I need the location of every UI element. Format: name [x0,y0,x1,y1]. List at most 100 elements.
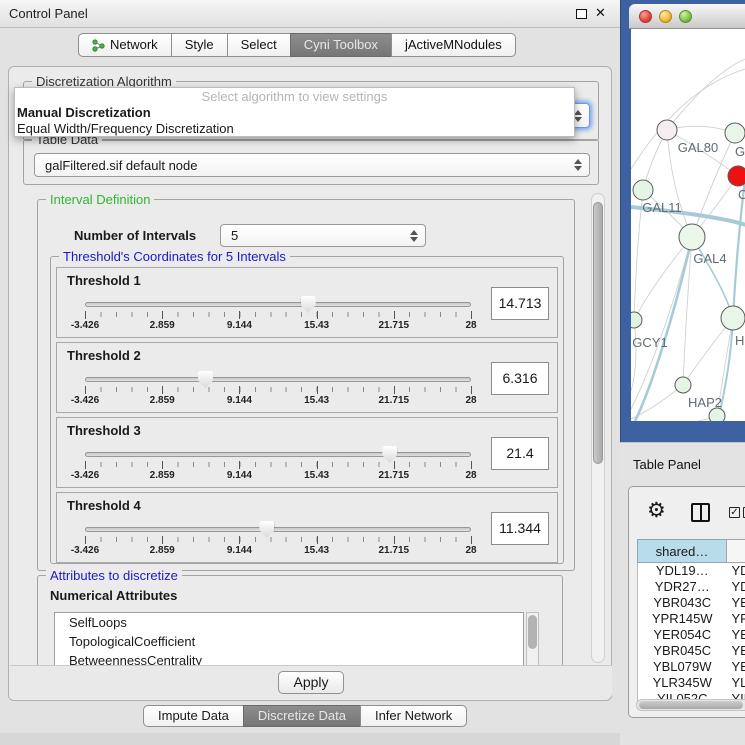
table-data-combobox[interactable]: galFiltered.sif default node [34,153,590,177]
minimize-traffic-light-icon[interactable] [659,10,672,23]
tab-network-label: Network [110,34,158,56]
control-panel-tab-bar: Network Style Select Cyni Toolbox jActiv… [78,33,516,57]
threshold-4-label: Threshold 4 [67,498,141,513]
cyni-toolbox-panel: Discretization Algorithm Table Data galF… [8,66,612,701]
close-traffic-light-icon[interactable] [639,10,652,23]
settings-vertical-scrollbar[interactable] [591,193,605,663]
cell[interactable]: YBR04 [727,643,745,659]
algorithm-option-equal-width[interactable]: Equal Width/Frequency Discretization [15,121,574,137]
gear-icon[interactable]: ⚙ [647,500,666,522]
cell[interactable]: YLR345W [638,675,727,691]
tab-infer-network-label: Infer Network [375,708,452,723]
tab-style-label: Style [185,34,214,56]
cell[interactable]: YLR34 [727,675,745,691]
column-header-name[interactable]: na [726,539,745,563]
algorithm-placeholder-option[interactable]: Select algorithm to view settings [15,89,574,105]
table-row[interactable]: YBR045CYBR04 [638,643,745,659]
threshold-2-value-field[interactable]: 6.316 [491,362,549,395]
table-row[interactable]: YLR345WYLR34 [638,675,745,691]
interval-definition-group: Interval Definition Number of Intervals … [37,199,575,571]
table-horizontal-scrollbar[interactable] [636,699,745,711]
scrollbar-thumb[interactable] [639,701,743,709]
table-data-group: Table Data galFiltered.sif default node [23,139,599,185]
threshold-4-value-field[interactable]: 11.344 [491,512,549,545]
number-of-intervals-combobox[interactable]: 5 [220,224,426,247]
combo-stepper-icon [410,230,418,242]
close-panel-icon[interactable]: ✕ [595,5,606,21]
cell[interactable]: YBR045C [638,643,727,659]
threshold-3-value-field[interactable]: 21.4 [491,437,549,470]
split-columns-icon[interactable] [691,503,710,522]
network-node [657,120,677,140]
interval-definition-group-title: Interval Definition [46,192,154,207]
slider-track[interactable] [85,452,471,457]
tab-select[interactable]: Select [227,33,291,57]
threshold-2-slider: -3.4262.8599.14415.4321.71528 [85,377,471,407]
slider-ticks [85,311,471,320]
algorithm-option-manual[interactable]: Manual Discretization [15,105,574,121]
slider-tick-labels: -3.4262.8599.14415.4321.71528 [85,320,471,332]
cell[interactable]: YBR04 [727,595,745,611]
slider-track[interactable] [85,302,471,307]
node-label: GA [735,144,745,159]
bottom-strip [0,733,620,745]
tab-impute-data[interactable]: Impute Data [143,705,244,727]
table-row[interactable]: YDR27…YDR27 [638,579,745,595]
cell[interactable]: YDR27 [727,579,745,595]
slider-ticks [85,461,471,470]
list-item[interactable]: BetweennessCentrality [55,651,523,666]
threshold-3-slider: -3.4262.8599.14415.4321.71528 [85,452,471,482]
table-row[interactable]: YPR145WYPR14 [638,611,745,627]
cell[interactable]: YPR14 [727,611,745,627]
table-row[interactable]: YBL079WYBL07 [638,659,745,675]
apply-button[interactable]: Apply [278,671,344,694]
cell[interactable]: YPR145W [638,611,727,627]
table-row[interactable]: YDL19…YDL19 [638,563,745,579]
slider-tick-labels: -3.4262.8599.14415.4321.71528 [85,395,471,407]
table-row[interactable]: YER054CYER05 [638,627,745,643]
cell[interactable]: YBL079W [638,659,727,675]
network-nodes[interactable] [631,120,745,421]
cell[interactable]: YER05 [727,627,745,643]
threshold-1-value-field[interactable]: 14.713 [491,287,549,320]
cell[interactable]: YDL19… [638,563,727,579]
network-node [721,306,745,330]
slider-tick-labels: -3.4262.8599.14415.4321.71528 [85,545,471,557]
zoom-traffic-light-icon[interactable] [679,10,692,23]
cell[interactable]: YBR043C [638,595,727,611]
tab-style[interactable]: Style [171,33,228,57]
list-item[interactable]: TopologicalCoefficient [55,632,523,651]
slider-track[interactable] [85,377,471,382]
scrollbar-thumb[interactable] [593,202,603,464]
table-panel: ⚙ ✓ ✓ shared… na YDL19…YDL19 YDR27…YDR27… [628,486,745,718]
tab-jactivemnodules[interactable]: jActiveMNodules [391,33,516,57]
table-row[interactable]: YBR043CYBR04 [638,595,745,611]
network-node-selected [728,166,745,186]
node-label: H [735,333,744,348]
network-canvas[interactable]: GAL80 GA C GAL11 GAL4 GCY1 H HAP2 [631,29,745,421]
node-label: GAL4 [693,251,726,266]
node-label: GAL80 [678,140,718,155]
checkbox-icon[interactable]: ✓ [729,507,740,518]
list-item[interactable]: SelfLoops [55,613,523,632]
network-view-window[interactable]: GAL80 GA C GAL11 GAL4 GCY1 H HAP2 [620,0,745,442]
cell[interactable]: YER054C [638,627,727,643]
column-header-shared-name[interactable]: shared… [637,539,727,563]
number-of-intervals-label: Number of Intervals [74,228,196,243]
attributes-list-scrollbar[interactable] [526,612,539,666]
numerical-attributes-list[interactable]: SelfLoops TopologicalCoefficient Between… [54,612,524,666]
tab-cyni-toolbox[interactable]: Cyni Toolbox [290,33,392,57]
threshold-4-slider: -3.4262.8599.14415.4321.71528 [85,527,471,557]
network-window-titlebar[interactable] [629,4,745,29]
float-window-icon[interactable] [576,9,587,19]
cell[interactable]: YBL07 [727,659,745,675]
table-panel-title: Table Panel [633,457,701,472]
tab-discretize-data[interactable]: Discretize Data [243,705,361,727]
table-body[interactable]: YDL19…YDL19 YDR27…YDR27 YBR043CYBR04 YPR… [637,563,745,709]
cell[interactable]: YDL19 [727,563,745,579]
network-node [675,377,691,393]
slider-track[interactable] [85,527,471,532]
tab-infer-network[interactable]: Infer Network [360,705,467,727]
tab-network[interactable]: Network [78,33,172,57]
cell[interactable]: YDR27… [638,579,727,595]
